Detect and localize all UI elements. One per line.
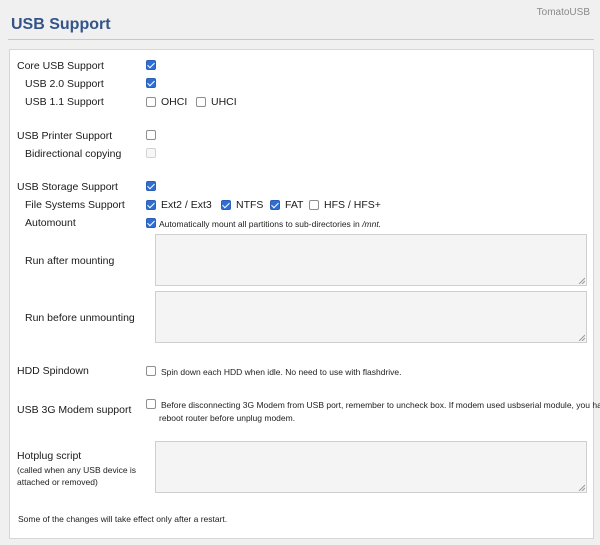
automount-label: Automount [25,217,76,229]
spindown-label: HDD Spindown [17,365,89,377]
storage-checkbox[interactable] [146,181,156,191]
core-usb-checkbox[interactable] [146,60,156,70]
filesystems-label: File Systems Support [25,199,125,211]
run-after-label: Run after mounting [25,255,115,267]
fat-checkbox[interactable] [270,200,280,210]
ntfs-label: NTFS [236,199,264,211]
automount-checkbox[interactable] [146,218,156,228]
run-before-textarea[interactable] [155,291,587,343]
resize-grip-icon[interactable] [578,277,585,284]
printer-label: USB Printer Support [17,130,113,142]
core-usb-label: Core USB Support [17,60,104,72]
usb-settings-panel: Core USB Support USB 2.0 Support USB 1.1… [9,49,600,539]
hotplug-sub1: (called when any USB device is [17,465,137,475]
ohci-label: OHCI [161,96,188,108]
restart-note: Some of the changes will take effect onl… [18,514,228,524]
modem-note-line1: Before disconnecting 3G Modem from USB p… [161,400,600,410]
ntfs-checkbox[interactable] [221,200,231,210]
bidirectional-label: Bidirectional copying [25,148,122,160]
hotplug-label: Hotplug script [17,450,82,462]
modem-checkbox[interactable] [146,399,156,409]
brand-label: TomatoUSB [536,7,590,18]
usb11-label: USB 1.1 Support [25,96,104,108]
ext-checkbox[interactable] [146,200,156,210]
fat-label: FAT [285,199,304,211]
automount-note: Automatically mount all partitions to su… [159,219,382,229]
modem-note-line2: reboot router before unplug modem. [159,413,296,423]
spindown-checkbox[interactable] [146,366,156,376]
ext-label: Ext2 / Ext3 [161,199,212,211]
title-divider [8,39,594,40]
spindown-note: Spin down each HDD when idle. No need to… [161,367,402,377]
hfs-label: HFS / HFS+ [324,199,381,211]
resize-grip-icon[interactable] [578,484,585,491]
ohci-checkbox[interactable] [146,97,156,107]
automount-path: /mnt. [362,219,382,229]
printer-checkbox[interactable] [146,130,156,140]
usb20-label: USB 2.0 Support [25,78,104,90]
run-after-textarea[interactable] [155,234,587,286]
usb20-checkbox[interactable] [146,78,156,88]
run-before-label: Run before unmounting [25,312,135,324]
resize-grip-icon[interactable] [578,334,585,341]
page-title: USB Support [11,16,111,33]
modem-label: USB 3G Modem support [17,404,132,416]
uhci-label: UHCI [211,96,237,108]
storage-label: USB Storage Support [17,181,118,193]
hotplug-sub2: attached or removed) [17,477,98,487]
hfs-checkbox[interactable] [309,200,319,210]
bidirectional-checkbox[interactable] [146,148,156,158]
hotplug-textarea[interactable] [155,441,587,493]
uhci-checkbox[interactable] [196,97,206,107]
